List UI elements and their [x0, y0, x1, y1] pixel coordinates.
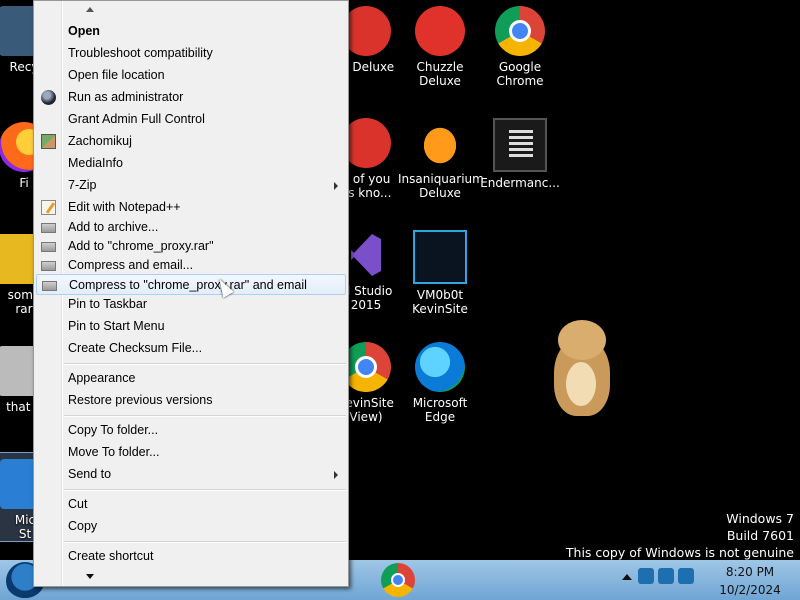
menu-item-open-file-location[interactable]: Open file location	[36, 65, 346, 86]
desktop-icon-chuzzle[interactable]: Chuzzle Deluxe	[398, 0, 482, 88]
menu-item-open[interactable]: Open	[36, 21, 346, 42]
menu-separator	[64, 489, 346, 491]
submenu-arrow-icon	[334, 182, 338, 190]
menu-item-mediainfo[interactable]: MediaInfo	[36, 153, 346, 174]
admin-shield-icon	[41, 90, 56, 105]
menu-item-grant-admin[interactable]: Grant Admin Full Control	[36, 109, 346, 130]
menu-item-cut[interactable]: Cut	[36, 494, 346, 515]
menu-item-zachomikuj[interactable]: Zachomikuj	[36, 131, 346, 152]
submenu-arrow-icon	[334, 471, 338, 479]
menu-item-add-to-rar[interactable]: Add to "chrome_proxy.rar"	[36, 236, 346, 257]
watermark-os: Windows 7	[726, 511, 794, 526]
menu-item-troubleshoot[interactable]: Troubleshoot compatibility	[36, 43, 346, 64]
menu-item-edit-notepadpp[interactable]: Edit with Notepad++	[36, 197, 346, 218]
system-tray	[638, 568, 708, 592]
notepadpp-icon	[41, 200, 56, 215]
scroll-down-icon[interactable]	[86, 574, 94, 579]
menu-item-compress-to-rar-email[interactable]: Compress to "chrome_proxy.rar" and email	[36, 274, 346, 295]
rar-icon	[41, 261, 56, 271]
zachomikuj-icon	[41, 134, 56, 149]
fish-icon	[415, 118, 465, 168]
rar-icon	[42, 281, 57, 291]
menu-item-run-as-admin[interactable]: Run as administrator	[36, 87, 346, 108]
menu-item-7zip[interactable]: 7-Zip	[36, 175, 346, 196]
menu-item-compress-email[interactable]: Compress and email...	[36, 255, 346, 276]
desktop-icon-vm0b0t[interactable]: VM0b0t KevinSite	[398, 224, 482, 316]
terminal-icon	[493, 118, 547, 172]
windows-watermark: Windows 7 Build 7601 This copy of Window…	[566, 510, 794, 561]
taskbar-clock[interactable]: 8:20 PM 10/2/2024	[712, 563, 788, 599]
taskbar-chrome-icon[interactable]	[381, 563, 415, 597]
rar-icon	[41, 223, 56, 233]
chuzzle-icon	[415, 6, 465, 56]
tray-app-icon[interactable]	[638, 568, 654, 584]
menu-item-add-to-archive[interactable]: Add to archive...	[36, 217, 346, 238]
menu-item-restore-previous[interactable]: Restore previous versions	[36, 390, 346, 411]
clock-date: 10/2/2024	[719, 583, 781, 597]
menu-item-create-shortcut[interactable]: Create shortcut	[36, 546, 346, 567]
context-menu: Open Troubleshoot compatibility Open fil…	[33, 0, 349, 587]
menu-item-appearance[interactable]: Appearance	[36, 368, 346, 389]
menu-item-pin-start-menu[interactable]: Pin to Start Menu	[36, 316, 346, 337]
menu-item-move-to-folder[interactable]: Move To folder...	[36, 442, 346, 463]
desktop-icon-microsoft-edge[interactable]: Microsoft Edge	[398, 336, 482, 424]
desktop-icon-google-chrome[interactable]: Google Chrome	[478, 0, 562, 88]
desktop-icon-endermanch[interactable]: Endermanc...	[478, 112, 562, 190]
menu-item-copy[interactable]: Copy	[36, 516, 346, 537]
desktop-icon-insaniquarium[interactable]: Insaniquarium Deluxe	[398, 112, 484, 200]
tray-network-icon[interactable]	[658, 568, 674, 584]
watermark-genuine: This copy of Windows is not genuine	[565, 545, 794, 560]
menu-separator	[64, 363, 346, 365]
menu-item-send-to[interactable]: Send to	[36, 464, 346, 485]
hamster-desktop-pet[interactable]	[540, 318, 620, 418]
menu-separator	[64, 415, 346, 417]
scroll-up-icon[interactable]	[86, 7, 94, 12]
chrome-icon	[495, 6, 545, 56]
rar-icon	[41, 242, 56, 252]
clock-time: 8:20 PM	[725, 565, 775, 579]
tray-expand-icon[interactable]	[622, 574, 632, 580]
watermark-build: Build 7601	[726, 528, 794, 543]
tray-volume-icon[interactable]	[678, 568, 694, 584]
menu-item-create-checksum[interactable]: Create Checksum File...	[36, 338, 346, 359]
monitor-icon	[413, 230, 467, 284]
menu-item-copy-to-folder[interactable]: Copy To folder...	[36, 420, 346, 441]
menu-item-pin-taskbar[interactable]: Pin to Taskbar	[36, 294, 346, 315]
edge-icon	[415, 342, 465, 392]
menu-separator	[64, 541, 346, 543]
